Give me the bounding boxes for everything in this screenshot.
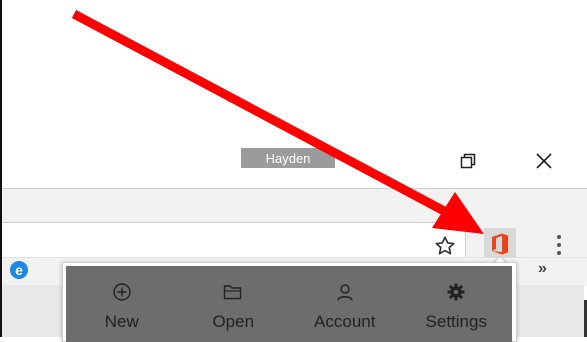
star-icon [435, 236, 455, 255]
open-label: Open [212, 312, 255, 331]
bookmarks-overflow-button[interactable]: » [538, 260, 547, 278]
edge-icon[interactable]: e [10, 261, 28, 279]
kebab-menu-icon [557, 235, 561, 239]
folder-open-icon [224, 285, 242, 300]
gear-icon [447, 283, 465, 301]
new-label: New [104, 312, 139, 331]
plus-circle-icon [113, 283, 131, 301]
new-button[interactable]: New [72, 266, 172, 332]
close-button[interactable] [528, 148, 560, 174]
settings-label: Settings [425, 312, 487, 331]
restore-icon [460, 153, 476, 169]
office-action-bar: New Open Account Settings [66, 266, 512, 342]
close-icon [536, 153, 552, 169]
account-label: Account [314, 312, 376, 331]
open-button[interactable]: Open [183, 266, 283, 332]
person-icon [337, 284, 353, 301]
office-icon [492, 233, 508, 255]
settings-button[interactable]: Settings [406, 266, 506, 332]
profile-name: Hayden [265, 150, 311, 166]
bookmark-star-button[interactable] [432, 233, 458, 259]
account-button[interactable]: Account [295, 266, 395, 332]
restore-button[interactable] [452, 148, 484, 174]
profile-button[interactable]: Hayden [241, 148, 335, 168]
browser-menu-button[interactable] [549, 231, 569, 259]
